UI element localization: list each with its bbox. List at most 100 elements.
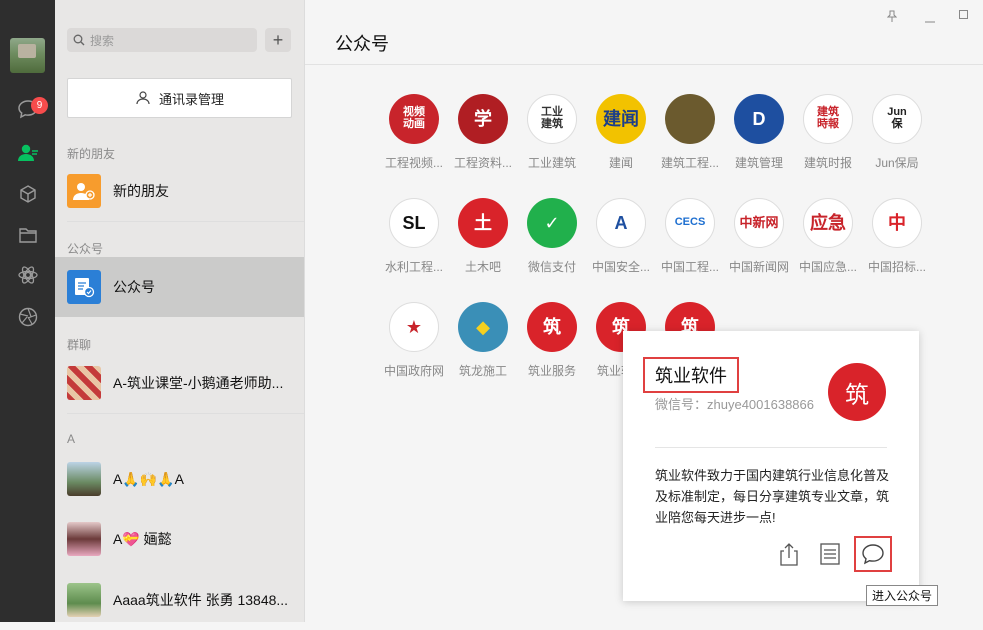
official-account-item[interactable]: 中新网 中国新闻网 bbox=[725, 198, 793, 275]
contact-avatar bbox=[67, 583, 101, 617]
official-account-label: 中国工程... bbox=[660, 260, 719, 274]
divider bbox=[67, 221, 304, 222]
maximize-icon[interactable] bbox=[959, 10, 968, 22]
official-account-label: Jun保局 bbox=[875, 156, 919, 170]
divider bbox=[67, 413, 304, 414]
contacts-panel: 搜索 + 通讯录管理 新的朋友 新的朋友 公众号 公众号 群聊 A-筑业课堂-小… bbox=[55, 0, 305, 622]
official-account-label: 中国新闻网 bbox=[728, 260, 789, 274]
aperture-icon[interactable] bbox=[15, 304, 40, 329]
official-account-item[interactable]: Jun 保 Jun保局 bbox=[863, 94, 931, 171]
list-item-official-accounts[interactable]: 公众号 bbox=[55, 257, 304, 317]
official-account-item[interactable]: 建闻 建闻 bbox=[587, 94, 655, 171]
moments-icon[interactable] bbox=[15, 262, 40, 287]
search-placeholder: 搜索 bbox=[90, 33, 115, 48]
official-account-logo: 建筑 時報 bbox=[803, 94, 853, 144]
official-account-label: 工程视频... bbox=[384, 156, 443, 170]
official-account-item[interactable]: ★ 中国政府网 bbox=[380, 302, 448, 379]
official-account-label: 筑龙施工 bbox=[458, 364, 507, 378]
official-account-item[interactable]: 筑筑业服务 bbox=[518, 302, 586, 379]
official-account-label: 中国政府网 bbox=[383, 364, 444, 378]
cube-icon[interactable] bbox=[15, 181, 40, 206]
official-account-logo: 建闻 bbox=[596, 94, 646, 144]
official-account-item[interactable]: 视频 动画工程视频... bbox=[380, 94, 448, 171]
official-account-logo: ✓ bbox=[527, 198, 577, 248]
official-account-item[interactable]: SL 水利工程... bbox=[380, 198, 448, 275]
pin-icon[interactable] bbox=[886, 10, 898, 25]
divider bbox=[655, 447, 887, 448]
search-input[interactable]: 搜索 bbox=[67, 28, 257, 52]
official-account-logo: CECS bbox=[665, 198, 715, 248]
minimize-icon[interactable] bbox=[925, 14, 935, 26]
section-group-chats: 群聊 bbox=[67, 338, 92, 352]
official-account-label: 建筑工程... bbox=[660, 156, 719, 170]
official-account-label: 建筑时报 bbox=[803, 156, 852, 170]
section-official-accounts: 公众号 bbox=[67, 242, 104, 256]
official-account-item[interactable]: ◆ 筑龙施工 bbox=[449, 302, 517, 379]
group-avatar bbox=[67, 366, 101, 400]
official-account-logo: Jun 保 bbox=[872, 94, 922, 144]
account-name: 筑业软件 bbox=[643, 357, 739, 393]
official-account-label: 水利工程... bbox=[384, 260, 443, 274]
official-account-logo: ★ bbox=[389, 302, 439, 352]
official-account-item[interactable]: 应急 中国应急... bbox=[794, 198, 862, 275]
official-account-label: 筑业服务 bbox=[527, 364, 576, 378]
section-letter-a: A bbox=[67, 432, 76, 446]
official-account-item[interactable]: D 建筑管理 bbox=[725, 94, 793, 171]
contact-avatar bbox=[67, 522, 101, 556]
contact-name: A🙏🙌🙏A bbox=[113, 470, 184, 487]
unread-badge: 9 bbox=[31, 97, 48, 114]
page-title: 公众号 bbox=[335, 34, 389, 54]
wechat-id: 微信号：zhuye4001638866 bbox=[655, 397, 814, 412]
official-account-logo: 中 bbox=[872, 198, 922, 248]
contacts-icon[interactable] bbox=[15, 140, 40, 165]
official-account-label: 建闻 bbox=[608, 156, 633, 170]
section-new-friends: 新的朋友 bbox=[67, 147, 116, 161]
history-icon[interactable] bbox=[817, 541, 843, 567]
official-account-item[interactable]: 建筑工程... bbox=[656, 94, 724, 171]
official-account-label: 中国安全... bbox=[591, 260, 650, 274]
folder-icon[interactable] bbox=[15, 222, 40, 247]
official-account-item[interactable]: 建筑 時報 建筑时报 bbox=[794, 94, 862, 171]
list-item-group[interactable]: A-筑业课堂-小鹅通老师助... bbox=[55, 353, 304, 413]
contact-name: A💝 婳懿 bbox=[113, 531, 172, 547]
official-account-item[interactable]: A 中国安全... bbox=[587, 198, 655, 275]
divider bbox=[305, 64, 983, 65]
list-item-contact[interactable]: A🙏🙌🙏A bbox=[55, 449, 304, 509]
left-navbar: 9 bbox=[0, 0, 55, 622]
account-logo: 筑 bbox=[828, 363, 886, 421]
new-friends-label: 新的朋友 bbox=[113, 183, 169, 199]
official-account-logo: ◆ bbox=[458, 302, 508, 352]
list-item-new-friends[interactable]: 新的朋友 bbox=[55, 161, 304, 221]
add-friend-icon bbox=[67, 174, 101, 208]
add-button[interactable]: + bbox=[265, 28, 291, 52]
share-icon[interactable] bbox=[776, 541, 802, 567]
official-account-label: 中国招标... bbox=[867, 260, 926, 274]
message-icon bbox=[862, 544, 884, 565]
official-account-item[interactable]: ✓ 微信支付 bbox=[518, 198, 586, 275]
enter-account-button[interactable] bbox=[854, 536, 892, 572]
person-icon bbox=[136, 91, 150, 105]
list-item-contact[interactable]: Aaaa筑业软件 张勇 13848... bbox=[55, 570, 304, 630]
contacts-manage-button[interactable]: 通讯录管理 bbox=[67, 78, 292, 118]
account-profile-card: 筑业软件 微信号：zhuye4001638866 筑 筑业软件致力于国内建筑行业… bbox=[623, 331, 919, 601]
official-account-logo bbox=[665, 94, 715, 144]
official-account-logo: 工业 建筑 bbox=[527, 94, 577, 144]
official-account-item[interactable]: CECS 中国工程... bbox=[656, 198, 724, 275]
official-account-logo: 中新网 bbox=[734, 198, 784, 248]
my-avatar[interactable] bbox=[10, 38, 45, 73]
official-account-item[interactable]: 中中国招标... bbox=[863, 198, 931, 275]
official-account-item[interactable]: 工业 建筑 工业建筑 bbox=[518, 94, 586, 171]
official-account-label: 微信支付 bbox=[527, 260, 576, 274]
official-account-item[interactable]: 学工程资料... bbox=[449, 94, 517, 171]
official-account-logo: 视频 动画 bbox=[389, 94, 439, 144]
official-account-logo: SL bbox=[389, 198, 439, 248]
official-account-item[interactable]: 土土木吧 bbox=[449, 198, 517, 275]
official-account-icon bbox=[67, 270, 101, 304]
list-item-contact[interactable]: A💝 婳懿 bbox=[55, 509, 304, 569]
contact-avatar bbox=[67, 462, 101, 496]
official-account-logo: 土 bbox=[458, 198, 508, 248]
official-account-logo: 学 bbox=[458, 94, 508, 144]
tooltip: 进入公众号 bbox=[866, 585, 939, 606]
official-account-label: 工程资料... bbox=[453, 156, 512, 170]
official-account-label: 工业建筑 bbox=[527, 156, 576, 170]
